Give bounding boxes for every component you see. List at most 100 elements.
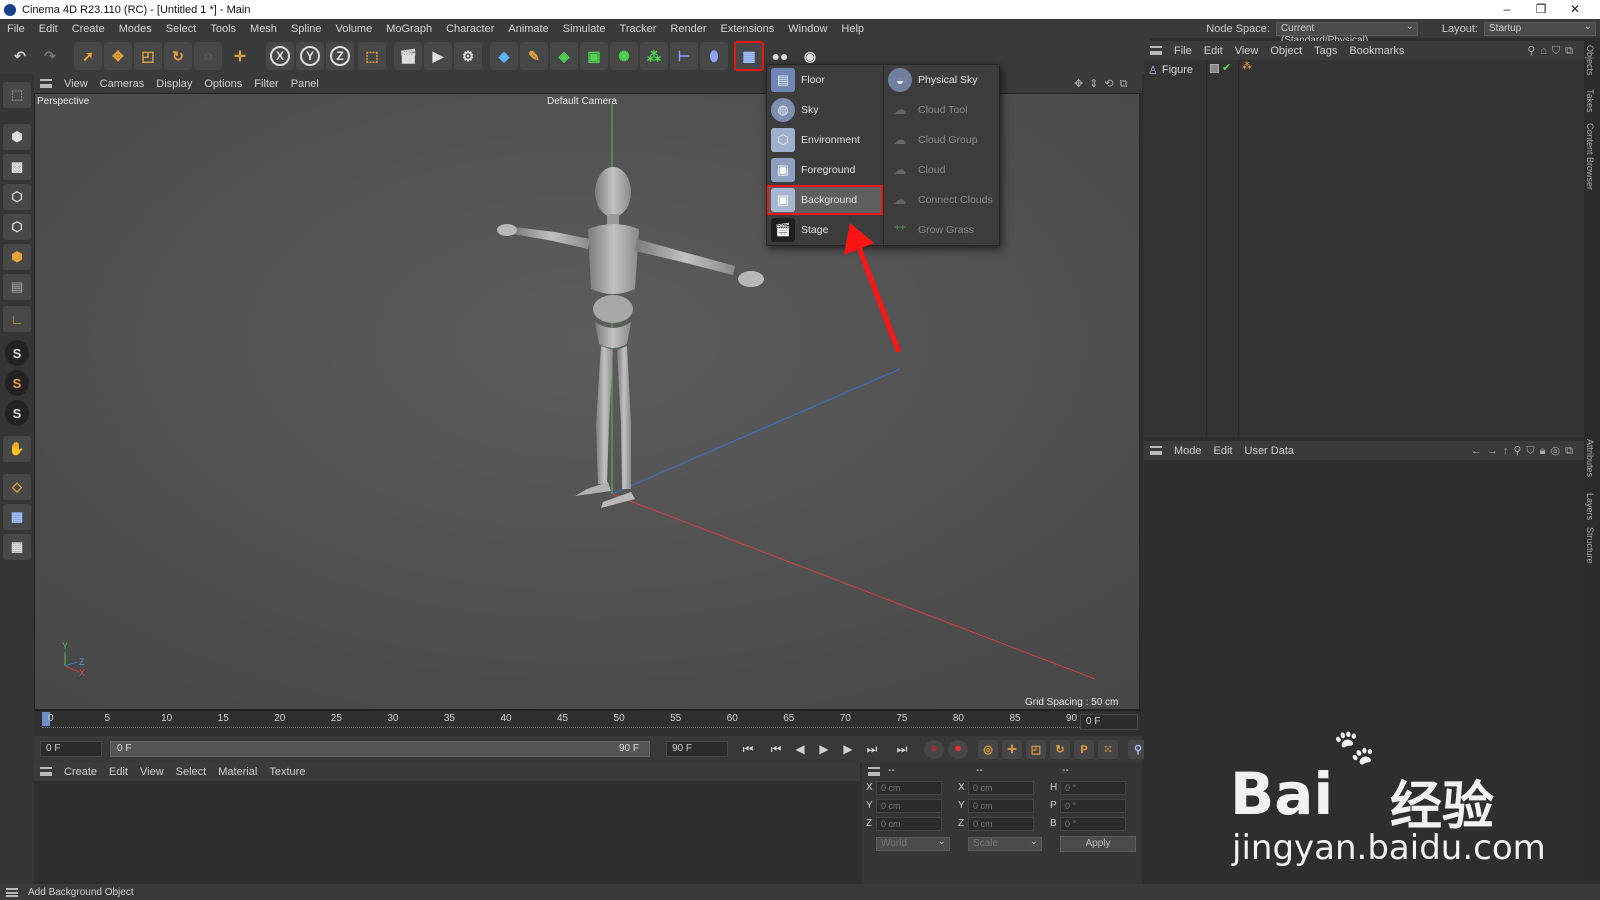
keyframe-selection-icon[interactable]: ◎ bbox=[978, 740, 998, 759]
extrude-icon[interactable]: ▣ bbox=[580, 42, 608, 70]
record-active-icon[interactable]: ⏺ bbox=[924, 740, 944, 759]
status-menu-icon[interactable] bbox=[6, 887, 18, 897]
snap-icon[interactable]: S bbox=[5, 340, 29, 366]
polygons-mode-icon[interactable]: ⬢ bbox=[3, 244, 31, 270]
subdivision-surface-icon[interactable]: ◈ bbox=[550, 42, 578, 70]
attributes-menu-icon[interactable] bbox=[1150, 446, 1162, 455]
coordinate-system-icon[interactable]: ✛ bbox=[226, 42, 254, 70]
select-tool-icon[interactable]: ➚ bbox=[74, 42, 102, 70]
start-frame-field[interactable]: 0 F bbox=[40, 741, 102, 757]
menu-tools[interactable]: Tools bbox=[203, 23, 243, 35]
material-menu-icon[interactable] bbox=[40, 767, 52, 776]
next-key-icon[interactable]: ⏭ bbox=[864, 741, 880, 757]
viewport-menu-filter[interactable]: Filter bbox=[248, 78, 284, 90]
apply-button[interactable]: Apply bbox=[1060, 836, 1136, 852]
cube-object-icon[interactable]: ◆ bbox=[490, 42, 518, 70]
point-level-icon[interactable]: ⁙ bbox=[1098, 740, 1118, 759]
dropdown-item-cloud[interactable]: ☁ Cloud bbox=[884, 155, 1000, 185]
object-menu-tags[interactable]: Tags bbox=[1308, 45, 1343, 57]
object-menu-object[interactable]: Object bbox=[1264, 45, 1308, 57]
layout-select[interactable]: Startup bbox=[1484, 21, 1596, 36]
texture-mode-icon[interactable]: ▩ bbox=[3, 154, 31, 180]
menu-character[interactable]: Character bbox=[439, 23, 501, 35]
quantize-icon[interactable]: S bbox=[5, 400, 29, 426]
menu-window[interactable]: Window bbox=[781, 23, 834, 35]
frame-range-slider[interactable]: 0 F 90 F bbox=[110, 741, 650, 757]
redo-icon[interactable]: ↷ bbox=[36, 42, 64, 70]
autokey-icon[interactable]: ⏺ bbox=[948, 740, 968, 759]
spline-pen-icon[interactable]: ✎ bbox=[520, 42, 548, 70]
position-key-icon[interactable]: ✛ bbox=[1002, 740, 1022, 759]
parameter-key-icon[interactable]: P bbox=[1074, 740, 1094, 759]
attributes-menu-user-data[interactable]: User Data bbox=[1239, 445, 1301, 457]
menu-tracker[interactable]: Tracker bbox=[613, 23, 664, 35]
viewport-camera-label[interactable]: Default Camera bbox=[547, 96, 617, 107]
world-coordinates-icon[interactable]: ⬚ bbox=[358, 42, 386, 70]
end-frame-field[interactable]: 90 F bbox=[666, 741, 728, 757]
menu-edit[interactable]: Edit bbox=[32, 23, 65, 35]
object-menu-edit[interactable]: Edit bbox=[1198, 45, 1229, 57]
material-menu-select[interactable]: Select bbox=[170, 766, 213, 778]
axis-mode-icon[interactable]: ∟ bbox=[3, 306, 31, 332]
menu-create[interactable]: Create bbox=[65, 23, 112, 35]
dropdown-item-floor[interactable]: ▤ Floor bbox=[767, 65, 883, 95]
scene-objects-button[interactable]: ▦ bbox=[734, 41, 764, 71]
dropdown-item-sky[interactable]: ◍ Sky bbox=[767, 95, 883, 125]
field-icon[interactable]: ⬮ bbox=[700, 42, 728, 70]
points-mode-icon[interactable]: ⬡ bbox=[3, 184, 31, 210]
timeline-ruler[interactable]: 0 5 10 15 20 25 30 35 40 45 50 55 60 65 70 75 80 85 90 0 F bbox=[34, 710, 1142, 736]
scale-key-icon[interactable]: ◰ bbox=[1026, 740, 1046, 759]
workplane-grid-icon[interactable]: ▦ bbox=[3, 504, 31, 530]
object-row-figure[interactable]: ♙ Figure bbox=[1148, 63, 1193, 77]
attributes-menu-edit[interactable]: Edit bbox=[1208, 445, 1239, 457]
tab-objects[interactable]: Objects bbox=[1585, 45, 1595, 76]
snap-settings-icon[interactable]: S bbox=[5, 370, 29, 396]
edges-mode-icon[interactable]: ⬡ bbox=[3, 214, 31, 240]
menu-spline[interactable]: Spline bbox=[284, 23, 329, 35]
object-menu-bookmarks[interactable]: Bookmarks bbox=[1343, 45, 1410, 57]
go-to-end-icon[interactable]: ⏭ bbox=[894, 741, 910, 757]
current-frame-field[interactable]: 0 F bbox=[1080, 714, 1138, 730]
tab-takes[interactable]: Takes bbox=[1585, 89, 1595, 113]
material-menu-create[interactable]: Create bbox=[58, 766, 103, 778]
material-manager-area[interactable] bbox=[34, 781, 860, 884]
position-z-field[interactable]: 0 cm bbox=[876, 817, 942, 831]
scale-tool-icon[interactable]: ◰ bbox=[134, 42, 162, 70]
menu-mesh[interactable]: Mesh bbox=[243, 23, 284, 35]
attributes-nav-icons[interactable]: ←→↑⚲⛉🔒︎◎⧉ bbox=[1471, 444, 1578, 458]
viewport-menu-icon[interactable] bbox=[40, 79, 52, 88]
rotate-tool-icon[interactable]: ↻ bbox=[164, 42, 192, 70]
viewport-menu-view[interactable]: View bbox=[58, 78, 94, 90]
viewport-menu-panel[interactable]: Panel bbox=[285, 78, 325, 90]
menu-select[interactable]: Select bbox=[159, 23, 204, 35]
close-button[interactable]: ✕ bbox=[1558, 0, 1592, 19]
tab-attributes[interactable]: Attributes bbox=[1585, 439, 1595, 477]
previous-frame-icon[interactable]: ◀ bbox=[792, 741, 808, 757]
render-picture-viewer-icon[interactable]: ▶ bbox=[424, 42, 452, 70]
render-settings-icon[interactable]: ⚙ bbox=[454, 42, 482, 70]
viewport-menu-cameras[interactable]: Cameras bbox=[94, 78, 151, 90]
material-menu-material[interactable]: Material bbox=[212, 766, 263, 778]
dropdown-item-cloud-group[interactable]: ☁ Cloud Group bbox=[884, 125, 1000, 155]
size-y-field[interactable]: 0 cm bbox=[968, 799, 1034, 813]
array-icon[interactable]: ✺ bbox=[610, 42, 638, 70]
node-space-select[interactable]: Current (Standard/Physical) bbox=[1275, 21, 1418, 46]
tweak-mode-icon[interactable]: ✋ bbox=[3, 436, 31, 462]
menu-volume[interactable]: Volume bbox=[329, 23, 380, 35]
tab-structure[interactable]: Structure bbox=[1585, 527, 1595, 564]
viewport-menu-options[interactable]: Options bbox=[198, 78, 248, 90]
mograph-cloner-icon[interactable]: ⁂ bbox=[640, 42, 668, 70]
locked-workplane-icon[interactable]: ▦ bbox=[3, 534, 31, 560]
dropdown-item-background[interactable]: ▣ Background bbox=[767, 185, 883, 215]
menu-file[interactable]: File bbox=[0, 23, 32, 35]
object-manager-tool-icons[interactable]: ⚲⌂⛉⧉ bbox=[1527, 44, 1578, 58]
rotation-key-icon[interactable]: ↻ bbox=[1050, 740, 1070, 759]
y-axis-lock-button[interactable]: Y bbox=[296, 42, 324, 70]
move-tool-icon[interactable]: ✥ bbox=[104, 42, 132, 70]
rotation-b-field[interactable]: 0 ° bbox=[1060, 817, 1126, 831]
viewport-nav-icons[interactable]: ✥⇕⟲⧉ bbox=[1074, 77, 1134, 91]
minimize-button[interactable]: – bbox=[1490, 0, 1524, 19]
menu-simulate[interactable]: Simulate bbox=[556, 23, 613, 35]
recent-tool-icon[interactable]: ◌ bbox=[194, 42, 222, 70]
undo-icon[interactable]: ↶ bbox=[6, 42, 34, 70]
